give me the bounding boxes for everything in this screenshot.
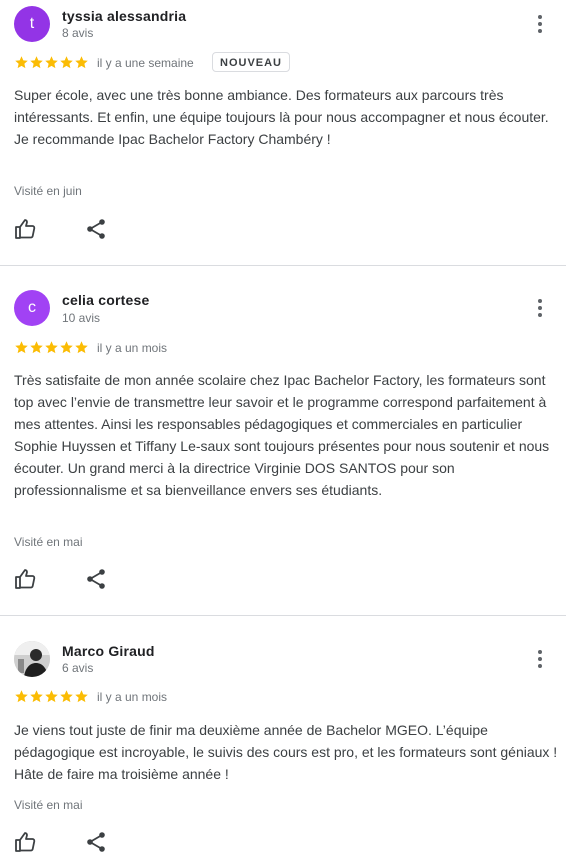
- profile-photo: [14, 641, 50, 677]
- share-icon[interactable]: [84, 217, 108, 241]
- star-icon: [60, 341, 73, 354]
- star-icon: [45, 690, 58, 703]
- star-icon: [30, 341, 43, 354]
- share-icon[interactable]: [84, 830, 108, 854]
- review-date: il y a un mois: [97, 690, 168, 704]
- review-text: Très satisfaite de mon année scolaire ch…: [14, 372, 550, 498]
- thumb-up-icon[interactable]: [14, 567, 38, 591]
- reviewer-name[interactable]: celia cortese: [62, 292, 149, 308]
- star-icon: [45, 56, 58, 69]
- review-card: t tyssia alessandria 8 avis il y a une s…: [0, 0, 566, 265]
- star-icon: [60, 690, 73, 703]
- avatar[interactable]: [14, 641, 50, 677]
- visited-date: Visité en juin: [14, 184, 82, 198]
- star-icon: [15, 56, 28, 69]
- star-icon: [75, 690, 88, 703]
- star-icon: [30, 56, 43, 69]
- thumb-up-icon[interactable]: [14, 217, 38, 241]
- review-text: Super école, avec une très bonne ambianc…: [14, 87, 549, 147]
- star-rating: [14, 340, 89, 356]
- avatar[interactable]: c: [14, 290, 50, 326]
- review-date: il y a un mois: [97, 341, 168, 355]
- review-card: c celia cortese 10 avis il y a un mois T…: [0, 266, 566, 615]
- review-count: 10 avis: [62, 311, 101, 325]
- review-count: 6 avis: [62, 661, 94, 675]
- more-vert-icon[interactable]: [528, 12, 552, 36]
- reviewer-name[interactable]: Marco Giraud: [62, 643, 155, 659]
- reviewer-name[interactable]: tyssia alessandria: [62, 8, 186, 24]
- visited-date: Visité en mai: [14, 535, 83, 549]
- star-rating: [14, 55, 89, 71]
- more-vert-icon[interactable]: [528, 647, 552, 671]
- review-date: il y a une semaine: [97, 56, 194, 70]
- thumb-up-icon[interactable]: [14, 830, 38, 854]
- review-card: Marco Giraud 6 avis il y a un mois Je vi…: [0, 616, 566, 859]
- star-icon: [60, 56, 73, 69]
- star-icon: [30, 690, 43, 703]
- share-icon[interactable]: [84, 567, 108, 591]
- star-icon: [75, 56, 88, 69]
- new-badge: NOUVEAU: [212, 52, 291, 72]
- star-rating: [14, 689, 89, 705]
- star-icon: [15, 341, 28, 354]
- more-vert-icon[interactable]: [528, 296, 552, 320]
- visited-date: Visité en mai: [14, 798, 83, 812]
- star-icon: [45, 341, 58, 354]
- review-count: 8 avis: [62, 26, 94, 40]
- star-icon: [75, 341, 88, 354]
- star-icon: [15, 690, 28, 703]
- avatar[interactable]: t: [14, 6, 50, 42]
- review-text: Je viens tout juste de finir ma deuxième…: [14, 722, 558, 782]
